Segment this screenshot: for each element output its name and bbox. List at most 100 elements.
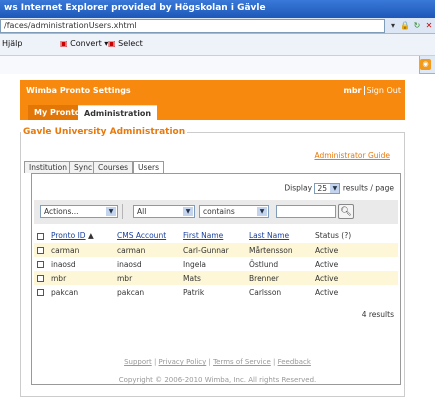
row-select-cell [34, 271, 48, 285]
pdf-icon: ▣ [60, 39, 68, 48]
display-suffix: results / page [342, 183, 394, 193]
convert-label: Convert [70, 39, 102, 48]
tab-administration[interactable]: Administration [78, 105, 158, 120]
select-all-cell [34, 228, 48, 243]
username: mbr [343, 86, 362, 95]
filter-bar: Actions... ▼ All ▼ contains ▼ 🔍︎ [34, 200, 398, 224]
cell-pronto-id: carman [48, 243, 114, 257]
col-cms-account[interactable]: CMS Account [114, 228, 180, 243]
row-checkbox[interactable] [37, 275, 44, 282]
cell-status: Active [312, 271, 398, 285]
refresh-icon[interactable]: ↻ [411, 19, 423, 33]
display-control: Display 25 ▼ results / page [284, 183, 394, 194]
chevron-down-icon: ▼ [257, 207, 267, 216]
actions-select[interactable]: Actions... ▼ [40, 205, 118, 218]
window-title: ws Internet Explorer provided by Högskol… [0, 0, 435, 18]
address-input[interactable]: /faces/administrationUsers.xhtml [0, 19, 385, 33]
table-row[interactable]: mbr mbr Mats Brenner Active [34, 271, 398, 285]
row-checkbox[interactable] [37, 261, 44, 268]
sort-asc-icon: ▲ [87, 231, 94, 240]
cell-last-name: Brenner [246, 271, 312, 285]
results-count: 4 results [361, 310, 394, 319]
terms-of-service-link[interactable]: Terms of Service [213, 358, 271, 366]
subtab-courses[interactable]: Courses [93, 161, 134, 173]
cell-first-name: Mats [180, 271, 246, 285]
page-title: Gavle University Administration [21, 127, 188, 137]
chevron-down-icon: ▼ [183, 207, 193, 216]
chevron-down-icon: ▼ [106, 207, 116, 216]
row-select-cell [34, 243, 48, 257]
feed-icon[interactable]: ◉ [420, 59, 431, 70]
row-select-cell [34, 285, 48, 299]
filter-operator-select[interactable]: contains ▼ [199, 205, 269, 218]
select-icon: ▣ [108, 39, 116, 48]
filter-operator-value: contains [203, 207, 235, 216]
col-first-name-label[interactable]: First Name [183, 231, 223, 240]
cell-first-name: Carl-Gunnar [180, 243, 246, 257]
cell-cms-account: carman [114, 243, 180, 257]
users-table: Pronto ID ▲ CMS Account First Name Last … [34, 228, 398, 299]
convert-button[interactable]: ▣ Convert ▾ [60, 39, 108, 48]
browser-tabstrip: ◉ [0, 56, 435, 74]
search-input[interactable] [276, 205, 336, 218]
filter-scope-select[interactable]: All ▼ [133, 205, 195, 218]
table-row[interactable]: carman carman Carl-Gunnar Mårtensson Act… [34, 243, 398, 257]
cell-cms-account: pakcan [117, 287, 145, 297]
search-icon: 🔍︎ [340, 207, 352, 217]
cell-first-name: Ingela [183, 259, 207, 269]
actions-value: Actions... [44, 207, 79, 216]
user-links: mbr Sign Out [343, 86, 401, 95]
users-panel: Display 25 ▼ results / page Actions... ▼ A… [31, 173, 401, 385]
page: Wimba Pronto Settings mbr Sign Out My Pro… [0, 74, 435, 417]
row-checkbox[interactable] [37, 247, 44, 254]
select-all-checkbox[interactable] [37, 232, 44, 240]
cell-status: Active [315, 287, 339, 297]
app-header: Wimba Pronto Settings mbr Sign Out My Pro… [20, 80, 405, 120]
address-bar: /faces/administrationUsers.xhtml ▾ 🔒 ↻ ✕ [0, 18, 435, 34]
table-row[interactable]: inaosd inaosd Ingela Östlund Active [34, 257, 398, 271]
col-pronto-id[interactable]: Pronto ID ▲ [48, 228, 114, 243]
cell-last-name: Östlund [249, 259, 279, 269]
privacy-policy-link[interactable]: Privacy Policy [159, 358, 207, 366]
col-cms-account-label[interactable]: CMS Account [117, 231, 166, 240]
col-pronto-id-label[interactable]: Pronto ID [51, 231, 86, 240]
menu-help[interactable]: Hjälp [2, 39, 22, 48]
divider [363, 86, 365, 95]
administrator-guide-link[interactable]: Administrator Guide [314, 151, 390, 160]
display-label: Display [284, 183, 313, 193]
dropdown-icon[interactable]: ▾ [387, 19, 399, 33]
footer-links: Support | Privacy Policy | Terms of Serv… [124, 358, 311, 366]
divider [122, 204, 123, 219]
feedback-link[interactable]: Feedback [278, 358, 311, 366]
support-link[interactable]: Support [124, 358, 152, 366]
search-button[interactable]: 🔍︎ [338, 204, 354, 219]
select-button[interactable]: ▣ Select [108, 39, 143, 48]
cell-cms-account: mbr [114, 271, 180, 285]
results-per-page-select[interactable]: 25 ▼ [314, 183, 341, 194]
col-last-name[interactable]: Last Name [246, 228, 312, 243]
browser-tab[interactable] [0, 56, 420, 74]
filter-scope-value: All [137, 207, 147, 216]
app-title: Wimba Pronto Settings [26, 86, 131, 95]
cell-pronto-id: pakcan [51, 287, 79, 297]
cell-first-name: Patrik [183, 287, 205, 297]
cell-cms-account: inaosd [117, 259, 142, 269]
col-status: Status (?) [315, 231, 352, 240]
lock-icon[interactable]: 🔒 [399, 19, 411, 33]
toolbar: Hjälp ▣ Convert ▾ ▣ Select [0, 34, 435, 56]
table-row[interactable]: pakcan pakcan Patrik Carlsson Active [34, 285, 398, 299]
col-first-name[interactable]: First Name [180, 228, 246, 243]
cell-pronto-id: inaosd [51, 259, 76, 269]
col-last-name-label[interactable]: Last Name [249, 231, 289, 240]
cell-last-name: Carlsson [249, 287, 282, 297]
copyright: Copyright © 2006-2010 Wimba, Inc. All ri… [118, 376, 317, 384]
subtab-institution[interactable]: Institution [24, 161, 72, 173]
cell-pronto-id: mbr [48, 271, 114, 285]
sign-out-link[interactable]: Sign Out [367, 86, 402, 95]
cell-status: Active [312, 243, 398, 257]
cell-status: Active [315, 259, 339, 269]
stop-icon[interactable]: ✕ [423, 19, 435, 33]
chevron-down-icon: ▼ [330, 184, 340, 193]
row-checkbox[interactable] [37, 289, 44, 296]
select-label: Select [118, 39, 143, 48]
